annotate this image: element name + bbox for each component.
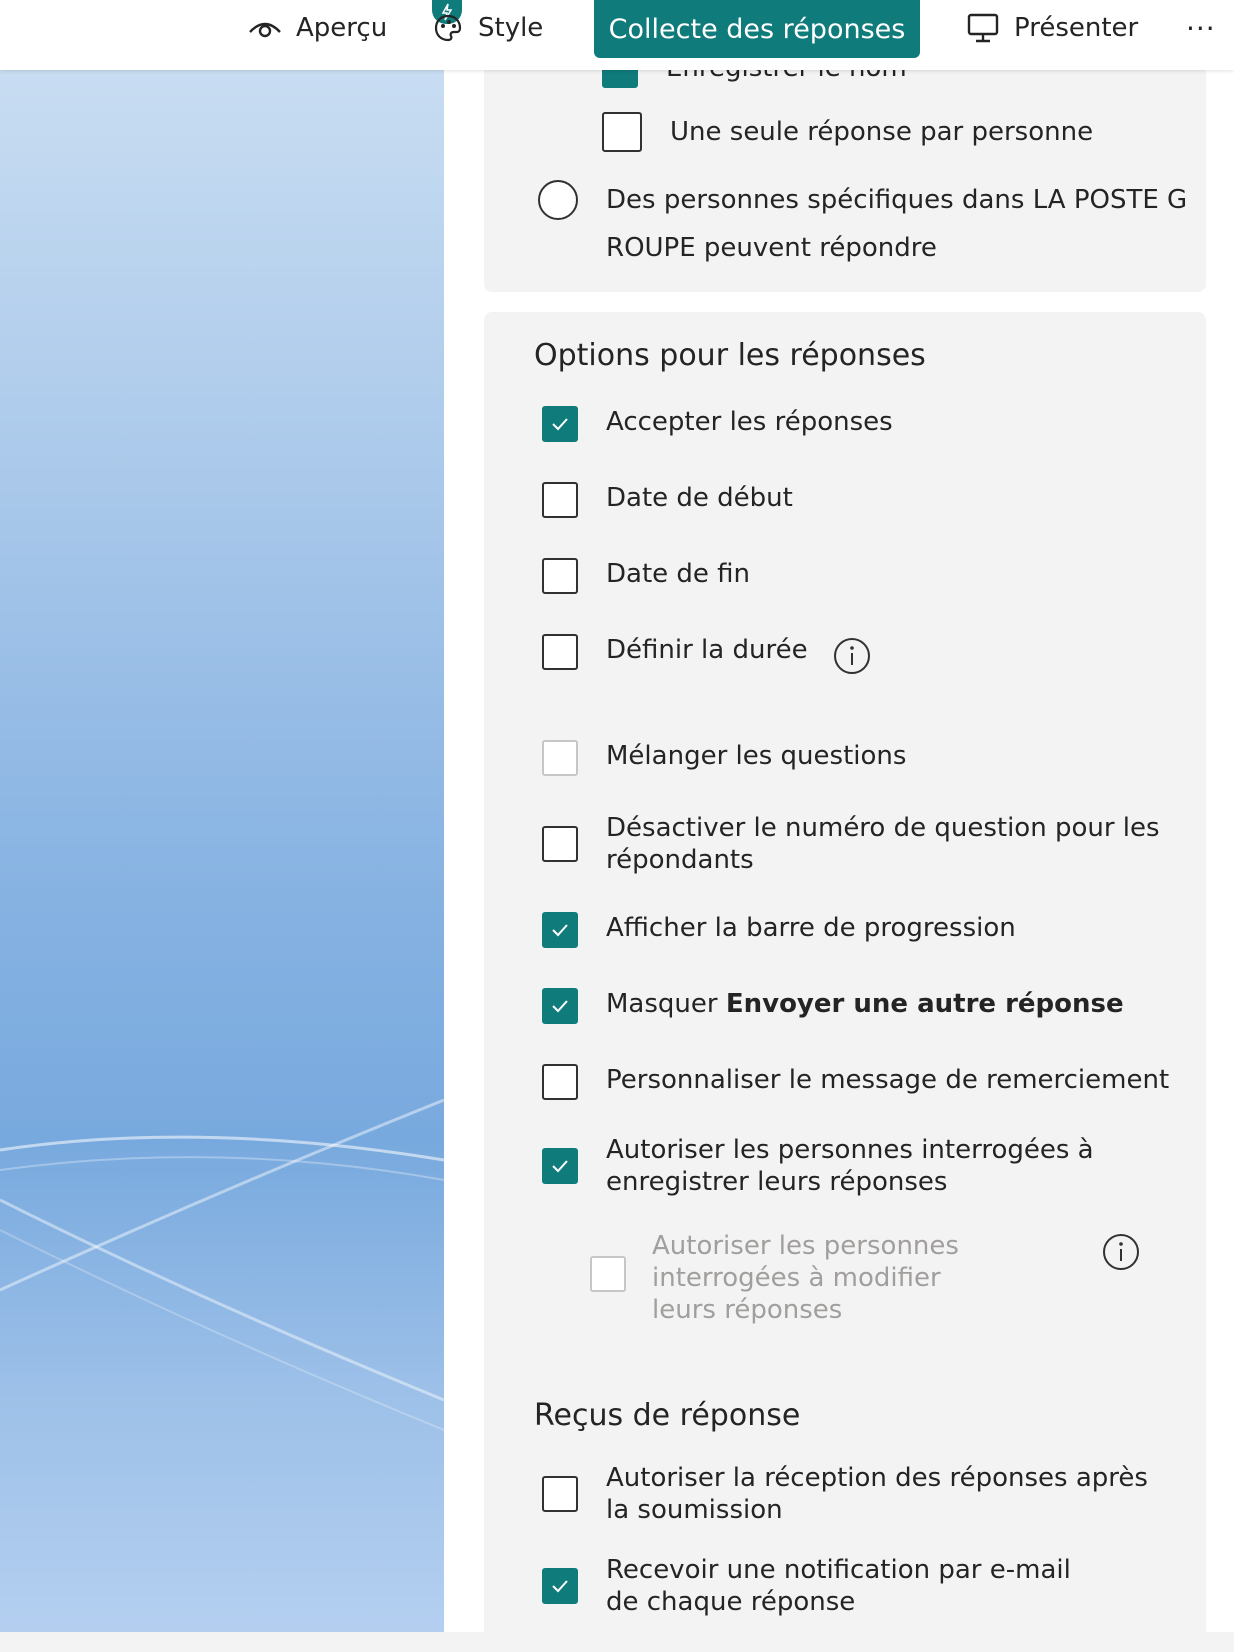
submit-another-bold: Envoyer une autre réponse (725, 989, 1124, 1019)
top-toolbar: Aperçu Style Collecte des réponses Prése… (0, 0, 1234, 70)
more-options-button[interactable]: ··· (1186, 0, 1216, 56)
shuffle-questions-option[interactable]: Mélanger les questions (542, 740, 906, 776)
end-date-label: Date de fin (606, 559, 751, 589)
checkmark-icon (552, 1000, 568, 1013)
disable-question-number-label: Désactiver le numéro de question pour le… (606, 813, 1160, 875)
email-notification-label: Recevoir une notification par e-mail de … (606, 1555, 1071, 1617)
duration-info-icon[interactable] (832, 636, 872, 676)
start-date-option[interactable]: Date de début (542, 482, 793, 518)
palette-icon (434, 14, 462, 42)
monitor-icon (967, 13, 999, 43)
checkmark-icon (552, 418, 568, 431)
present-button[interactable]: Présenter (966, 0, 1138, 56)
response-receipts-title: Reçus de réponse (534, 1398, 801, 1433)
save-responses-option[interactable]: Autoriser les personnes interrogées à en… (542, 1134, 1102, 1198)
response-options-title: Options pour les réponses (534, 338, 926, 373)
shuffle-questions-checkbox[interactable] (542, 740, 578, 776)
collect-responses-label: Collecte des réponses (608, 13, 906, 45)
set-duration-option[interactable]: Définir la durée (542, 634, 808, 670)
hide-prefix: Masquer (606, 989, 726, 1019)
one-response-label: Une seule réponse par personne (670, 117, 1094, 147)
disable-question-number-checkbox[interactable] (542, 826, 578, 862)
receipt-after-submission-label: Autoriser la réception des réponses aprè… (606, 1463, 1148, 1525)
eye-icon (249, 22, 281, 38)
email-notification-checkbox[interactable] (542, 1568, 578, 1604)
accept-responses-label: Accepter les réponses (606, 407, 893, 437)
custom-thanks-checkbox[interactable] (542, 1064, 578, 1100)
email-notification-option[interactable]: Recevoir une notification par e-mail de … (542, 1554, 1102, 1618)
start-date-label: Date de début (606, 483, 793, 513)
progress-bar-label: Afficher la barre de progression (606, 913, 1016, 943)
custom-thanks-label: Personnaliser le message de remerciement (606, 1065, 1170, 1095)
specific-people-label-line1: Des personnes spécifiques dans LA POSTE … (606, 185, 1188, 215)
checkmark-icon (552, 924, 568, 937)
specific-people-radio[interactable] (538, 180, 578, 220)
preview-label: Aperçu (296, 13, 388, 43)
end-date-checkbox[interactable] (542, 558, 578, 594)
custom-thanks-option[interactable]: Personnaliser le message de remerciement (542, 1064, 1169, 1100)
edit-responses-label: Autoriser les personnes interrogées à mo… (652, 1231, 959, 1325)
set-duration-label: Définir la durée (606, 635, 808, 665)
hide-submit-another-checkbox[interactable] (542, 988, 578, 1024)
present-label: Présenter (1014, 13, 1139, 43)
disable-question-number-option[interactable]: Désactiver le numéro de question pour le… (542, 812, 1162, 876)
specific-people-option[interactable]: Des personnes spécifiques dans LA POSTE … (538, 180, 1187, 272)
accept-responses-option[interactable]: Accepter les réponses (542, 406, 893, 442)
receipt-after-submission-option[interactable]: Autoriser la réception des réponses aprè… (542, 1462, 1162, 1526)
set-duration-checkbox[interactable] (542, 634, 578, 670)
start-date-checkbox[interactable] (542, 482, 578, 518)
save-responses-checkbox[interactable] (542, 1148, 578, 1184)
shuffle-questions-label: Mélanger les questions (606, 741, 907, 771)
save-responses-label: Autoriser les personnes interrogées à en… (606, 1135, 1094, 1197)
preview-button[interactable]: Aperçu (248, 0, 387, 56)
edit-responses-option: Autoriser les personnes interrogées à mo… (590, 1230, 1010, 1326)
style-button[interactable]: Style (432, 0, 543, 56)
background-panel (0, 0, 444, 1632)
hide-submit-another-label: Masquer Envoyer une autre réponse (606, 988, 1124, 1020)
checkmark-icon (552, 1160, 568, 1173)
collect-responses-tab[interactable]: Collecte des réponses (594, 0, 920, 58)
accept-responses-checkbox[interactable] (542, 406, 578, 442)
progress-bar-checkbox[interactable] (542, 912, 578, 948)
receipt-after-submission-checkbox[interactable] (542, 1476, 578, 1512)
edit-responses-checkbox (590, 1256, 626, 1292)
checkmark-icon (552, 1580, 568, 1593)
style-label: Style (478, 13, 544, 43)
more-icon: ··· (1186, 11, 1216, 45)
edit-responses-info-icon[interactable] (1101, 1232, 1141, 1272)
one-response-option[interactable]: Une seule réponse par personne (602, 112, 1093, 152)
hide-submit-another-option[interactable]: Masquer Envoyer une autre réponse (542, 988, 1124, 1024)
one-response-checkbox[interactable] (602, 112, 642, 152)
progress-bar-option[interactable]: Afficher la barre de progression (542, 912, 1016, 948)
background-wave-decoration (0, 1098, 444, 1431)
specific-people-label: Des personnes spécifiques dans LA POSTE … (606, 176, 1187, 272)
end-date-option[interactable]: Date de fin (542, 558, 750, 594)
specific-people-label-line2: ROUPE peuvent répondre (606, 233, 937, 263)
